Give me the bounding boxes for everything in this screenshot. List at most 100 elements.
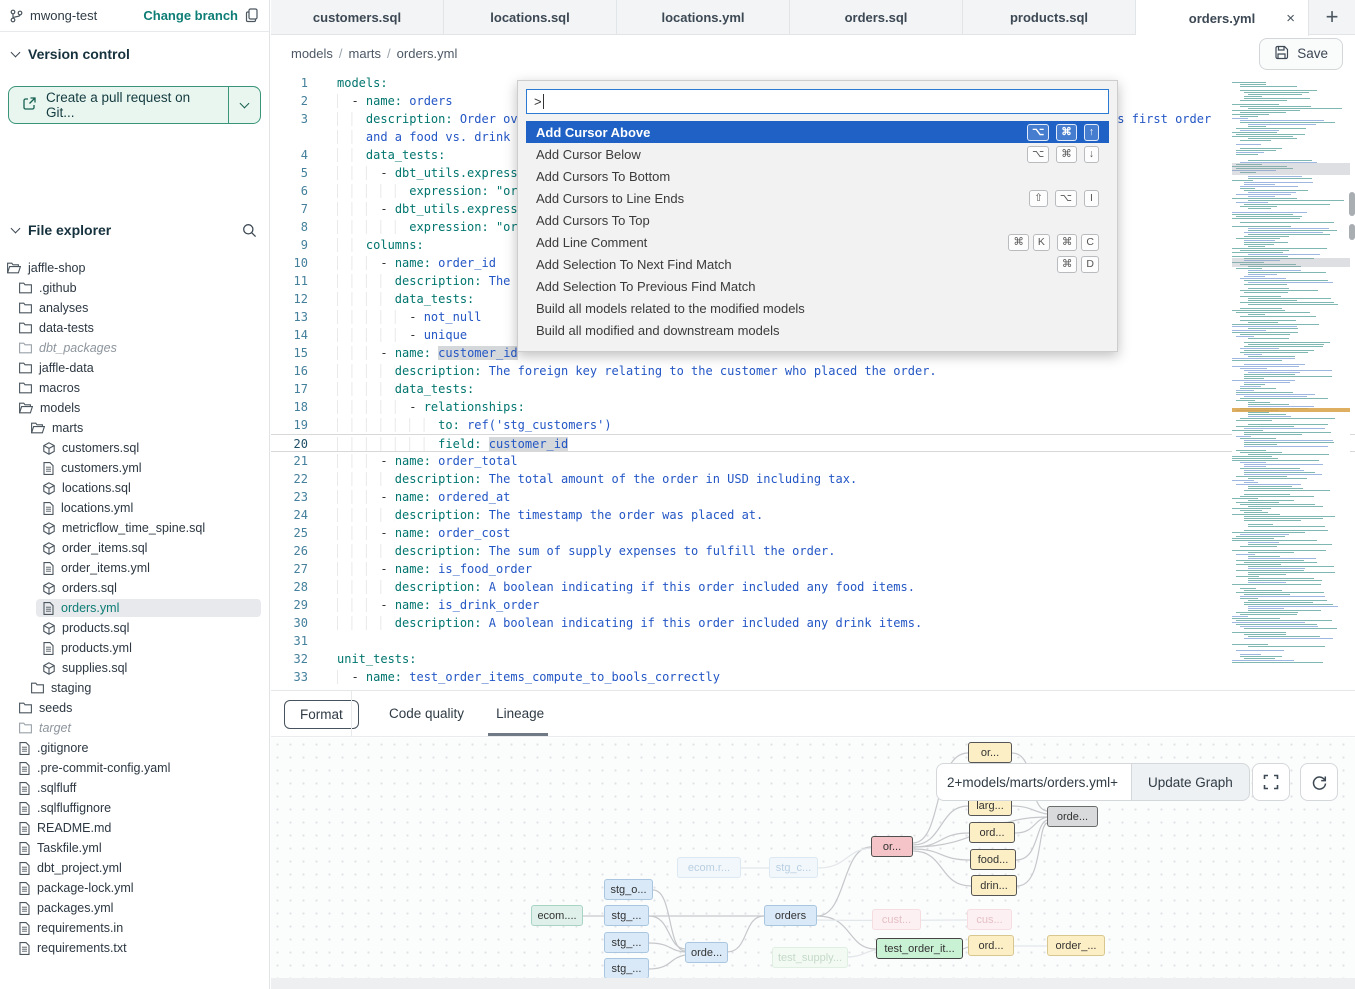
- tree-item-.pre-commit-config.yaml[interactable]: .pre-commit-config.yaml: [0, 758, 269, 778]
- code-line[interactable]: 32unit_tests:: [271, 650, 1355, 668]
- change-branch-link[interactable]: Change branch: [143, 8, 238, 23]
- code-line[interactable]: 33 - name: test_order_items_compute_to_b…: [271, 668, 1355, 686]
- tab-products.sql[interactable]: products.sql: [963, 0, 1136, 34]
- command-item[interactable]: Build all modified and downstream models: [526, 319, 1109, 341]
- tree-item-packages.yml[interactable]: packages.yml: [0, 898, 269, 918]
- code-line[interactable]: 19 to: ref('stg_customers'): [271, 416, 1355, 434]
- tree-item-orders.yml[interactable]: orders.yml: [0, 598, 269, 618]
- editor-scrollbar[interactable]: [1349, 224, 1355, 240]
- close-icon[interactable]: ×: [1286, 10, 1295, 27]
- lineage-filter-input[interactable]: 2+models/marts/orders.yml+: [936, 763, 1131, 801]
- command-item[interactable]: Add Line Comment⌘K⌘C: [526, 231, 1109, 253]
- lineage-node-ecom[interactable]: ecom....: [531, 905, 583, 926]
- tab-code-quality[interactable]: Code quality: [389, 706, 464, 721]
- lineage-canvas[interactable]: 2+models/marts/orders.yml+ Update Graph …: [271, 738, 1355, 978]
- code-line[interactable]: 31: [271, 632, 1355, 650]
- tree-item-orders.sql[interactable]: orders.sql: [0, 578, 269, 598]
- command-item[interactable]: Add Cursor Below⌥⌘↓: [526, 143, 1109, 165]
- lineage-node-stg_c[interactable]: stg_c...: [769, 857, 818, 878]
- command-item[interactable]: Add Selection To Next Find Match⌘D: [526, 253, 1109, 275]
- tree-item-requirements.txt[interactable]: requirements.txt: [0, 938, 269, 958]
- command-item[interactable]: Add Cursors to Line Ends⇧⌥I: [526, 187, 1109, 209]
- fullscreen-button[interactable]: [1252, 763, 1290, 801]
- version-control-header[interactable]: Version control: [0, 32, 269, 62]
- breadcrumb-part[interactable]: marts: [349, 46, 382, 61]
- command-item[interactable]: Add Cursors To Bottom: [526, 165, 1109, 187]
- tab-orders.sql[interactable]: orders.sql: [790, 0, 963, 34]
- lineage-node-orde[interactable]: orde...: [1047, 806, 1098, 827]
- tree-item-dbt_packages[interactable]: dbt_packages: [0, 338, 269, 358]
- editor-scrollbar[interactable]: [1349, 192, 1355, 216]
- lineage-node-stg_[interactable]: stg_...: [604, 905, 649, 926]
- lineage-node-test_supply[interactable]: test_supply...: [772, 947, 848, 968]
- code-line[interactable]: 22 description: The total amount of the …: [271, 470, 1355, 488]
- tree-item-.github[interactable]: .github: [0, 278, 269, 298]
- create-pr-button[interactable]: Create a pull request on Git...: [8, 86, 261, 124]
- tree-item-locations.yml[interactable]: locations.yml: [0, 498, 269, 518]
- code-line[interactable]: 18 - relationships:: [271, 398, 1355, 416]
- chevron-down-icon[interactable]: [11, 224, 21, 234]
- command-item[interactable]: Add Cursor Above⌥⌘↑: [526, 121, 1109, 143]
- code-line[interactable]: 25 - name: order_cost: [271, 524, 1355, 542]
- lineage-node-food[interactable]: food...: [970, 849, 1016, 870]
- tab-orders.yml[interactable]: orders.yml×: [1136, 0, 1309, 36]
- code-line[interactable]: 23 - name: ordered_at: [271, 488, 1355, 506]
- lineage-node-cust[interactable]: cust...: [872, 909, 921, 930]
- tree-item-customers.sql[interactable]: customers.sql: [0, 438, 269, 458]
- lineage-node-stg_[interactable]: stg_...: [604, 932, 649, 953]
- code-line[interactable]: 29 - name: is_drink_order: [271, 596, 1355, 614]
- tree-item-Taskfile.yml[interactable]: Taskfile.yml: [0, 838, 269, 858]
- command-palette-input[interactable]: >: [526, 89, 1109, 114]
- lineage-node-stg_[interactable]: stg_...: [604, 958, 649, 978]
- save-button[interactable]: Save: [1259, 38, 1343, 70]
- chevron-down-icon[interactable]: [11, 48, 21, 58]
- tab-locations.yml[interactable]: locations.yml: [617, 0, 790, 34]
- command-item[interactable]: Add Selection To Previous Find Match: [526, 275, 1109, 297]
- editor-minimap[interactable]: [1232, 80, 1350, 680]
- tree-item-jaffle-data[interactable]: jaffle-data: [0, 358, 269, 378]
- tree-item-.gitignore[interactable]: .gitignore: [0, 738, 269, 758]
- tree-item-requirements.in[interactable]: requirements.in: [0, 918, 269, 938]
- copy-icon[interactable]: [245, 8, 259, 23]
- tree-item-locations.sql[interactable]: locations.sql: [0, 478, 269, 498]
- code-line[interactable]: 16 description: The foreign key relating…: [271, 362, 1355, 380]
- minimap-viewport[interactable]: [1232, 258, 1350, 267]
- update-graph-button[interactable]: Update Graph: [1131, 763, 1250, 801]
- tree-item-models[interactable]: models: [0, 398, 269, 418]
- tree-item-jaffle-shop[interactable]: jaffle-shop: [0, 258, 269, 278]
- lineage-node-ord[interactable]: ord...: [969, 822, 1015, 843]
- horizontal-scrollbar-track[interactable]: [271, 978, 1355, 989]
- command-item[interactable]: Build all models related to the modified…: [526, 297, 1109, 319]
- lineage-node-drin[interactable]: drin...: [971, 875, 1017, 896]
- tree-item-target[interactable]: target: [0, 718, 269, 738]
- new-tab-button[interactable]: +: [1309, 0, 1355, 34]
- tree-item-products.yml[interactable]: products.yml: [0, 638, 269, 658]
- tree-item-products.sql[interactable]: products.sql: [0, 618, 269, 638]
- code-line[interactable]: 27 - name: is_food_order: [271, 560, 1355, 578]
- lineage-node-or[interactable]: or...: [968, 742, 1012, 763]
- tree-item-data-tests[interactable]: data-tests: [0, 318, 269, 338]
- file-explorer-header[interactable]: File explorer: [0, 217, 269, 243]
- search-icon[interactable]: [242, 223, 257, 238]
- tree-item-analyses[interactable]: analyses: [0, 298, 269, 318]
- tab-lineage[interactable]: Lineage: [496, 706, 544, 721]
- tree-item-seeds[interactable]: seeds: [0, 698, 269, 718]
- format-button[interactable]: Format: [284, 700, 359, 729]
- tab-customers.sql[interactable]: customers.sql: [271, 0, 444, 34]
- breadcrumb-part[interactable]: orders.yml: [397, 46, 458, 61]
- code-line[interactable]: 21 - name: order_total: [271, 452, 1355, 470]
- tree-item-package-lock.yml[interactable]: package-lock.yml: [0, 878, 269, 898]
- lineage-node-ecomr[interactable]: ecom.r...: [677, 857, 741, 878]
- code-line[interactable]: 26 description: The sum of supply expens…: [271, 542, 1355, 560]
- tree-item-.sqlfluffignore[interactable]: .sqlfluffignore: [0, 798, 269, 818]
- code-line[interactable]: 24 description: The timestamp the order …: [271, 506, 1355, 524]
- refresh-button[interactable]: [1300, 763, 1338, 801]
- breadcrumb-part[interactable]: models: [291, 46, 333, 61]
- tree-item-order_items.sql[interactable]: order_items.sql: [0, 538, 269, 558]
- tree-item-macros[interactable]: macros: [0, 378, 269, 398]
- lineage-node-orde[interactable]: orde...: [685, 942, 728, 963]
- code-line[interactable]: 28 description: A boolean indicating if …: [271, 578, 1355, 596]
- code-line[interactable]: 17 data_tests:: [271, 380, 1355, 398]
- lineage-node-stg_o[interactable]: stg_o...: [604, 879, 653, 900]
- tree-item-README.md[interactable]: README.md: [0, 818, 269, 838]
